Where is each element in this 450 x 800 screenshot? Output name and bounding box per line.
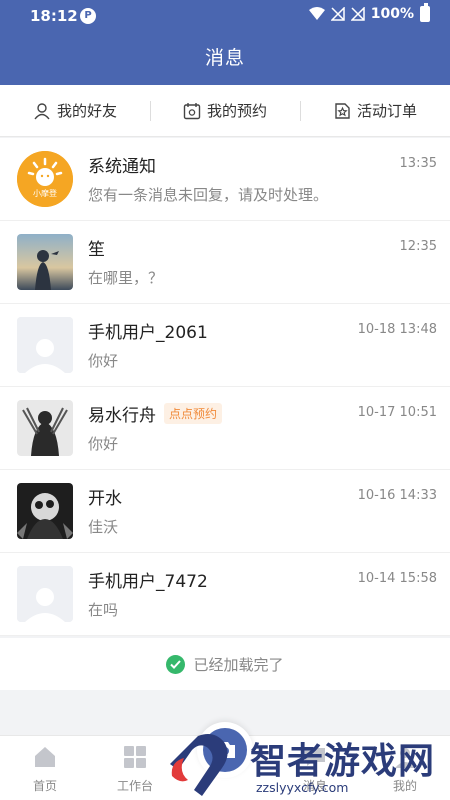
default-avatar-icon (17, 317, 73, 373)
page-title: 消息 (204, 47, 245, 69)
nav-workbench[interactable]: 工作台 (90, 736, 180, 800)
contact-name: 系统通知 (88, 157, 156, 177)
watermark-text: 智者游戏网 (250, 741, 436, 782)
contact-name: 笙 (88, 240, 105, 260)
logo-text: 小摩登 (33, 189, 57, 198)
default-avatar-icon (17, 566, 73, 622)
tab-label: 我的预约 (206, 102, 267, 120)
contact-name: 手机用户_2061 (88, 323, 208, 343)
tab-bar: 我的好友 我的预约 活动订单 (0, 85, 450, 137)
message-time: 10-17 10:51 (357, 405, 437, 420)
calendar-icon (183, 102, 201, 119)
status-time: 18:12 (30, 7, 78, 25)
message-preview: 在哪里，？ (88, 269, 164, 287)
tab-my-friends[interactable]: 我的好友 (0, 85, 150, 136)
tab-my-appointments[interactable]: 我的预约 (150, 85, 300, 136)
home-icon (35, 747, 55, 767)
message-preview: 您有一条消息未回复，请及时处理。 (88, 186, 329, 204)
battery-level: 100% (370, 6, 414, 22)
photo-avatar-image (17, 234, 73, 290)
conversation-row[interactable]: 手机用户_7472 10-14 15:58 在吗 (0, 553, 450, 636)
watermark-url: zzslyyxcfy.com (256, 780, 349, 795)
contact-name: 易水行舟 点点预约 (88, 401, 223, 426)
grid-icon (124, 746, 146, 768)
message-time: 10-18 13:48 (357, 322, 437, 337)
tab-label: 我的好友 (56, 102, 117, 120)
avatar (17, 400, 73, 456)
message-time: 10-16 14:33 (357, 488, 437, 503)
conversation-row[interactable]: 笙 12:35 在哪里，？ (0, 221, 450, 304)
battery-icon (420, 3, 430, 22)
list-end-indicator: 已经加载完了 (0, 638, 450, 690)
star-ticket-icon (335, 102, 350, 119)
conversation-row[interactable]: 小摩登 系统通知 13:35 您有一条消息未回复，请及时处理。 (0, 138, 450, 221)
photo-avatar-image (17, 400, 73, 456)
nav-home[interactable]: 首页 (0, 736, 90, 800)
signal-off-icon (330, 7, 345, 21)
loaded-text: 已经加载完了 (193, 655, 284, 674)
nav-label: 首页 (32, 779, 57, 793)
avatar: 小摩登 (17, 151, 73, 207)
avatar (17, 317, 73, 373)
message-time: 13:35 (399, 156, 437, 171)
message-time: 10-14 15:58 (357, 571, 437, 586)
check-icon (166, 654, 186, 674)
conversation-row[interactable]: 开水 10-16 14:33 佳沃 (0, 470, 450, 553)
contact-name: 开水 (88, 489, 122, 509)
message-time: 12:35 (399, 239, 437, 254)
watermark-logo-icon (170, 734, 228, 796)
conversation-list: 小摩登 系统通知 13:35 您有一条消息未回复，请及时处理。 笙 12:35 … (0, 138, 450, 636)
status-bar: 18:12 P 100% (0, 0, 450, 32)
message-preview: 你好 (88, 352, 119, 370)
appointment-badge: 点点预约 (164, 403, 223, 424)
nav-label: 工作台 (116, 779, 153, 793)
avatar (17, 483, 73, 539)
message-preview: 你好 (88, 435, 119, 453)
message-preview: 佳沃 (88, 518, 119, 536)
tab-activity-orders[interactable]: 活动订单 (300, 85, 450, 136)
watermark: 智者游戏网 zzslyyxcfy.com (168, 730, 450, 800)
user-icon (34, 102, 50, 119)
photo-avatar-image (17, 483, 73, 539)
avatar (17, 234, 73, 290)
conversation-row[interactable]: 易水行舟 点点预约 10-17 10:51 你好 (0, 387, 450, 470)
wifi-icon (308, 7, 325, 20)
status-icons: 100% (308, 3, 430, 22)
conversation-row[interactable]: 手机用户_2061 10-18 13:48 你好 (0, 304, 450, 387)
contact-name: 手机用户_7472 (88, 572, 208, 592)
header: 消息 (0, 32, 450, 85)
tab-label: 活动订单 (356, 102, 417, 120)
app-notification-icon: P (80, 8, 96, 24)
message-preview: 在吗 (88, 601, 119, 619)
signal-off-icon (350, 7, 365, 21)
avatar (17, 566, 73, 622)
